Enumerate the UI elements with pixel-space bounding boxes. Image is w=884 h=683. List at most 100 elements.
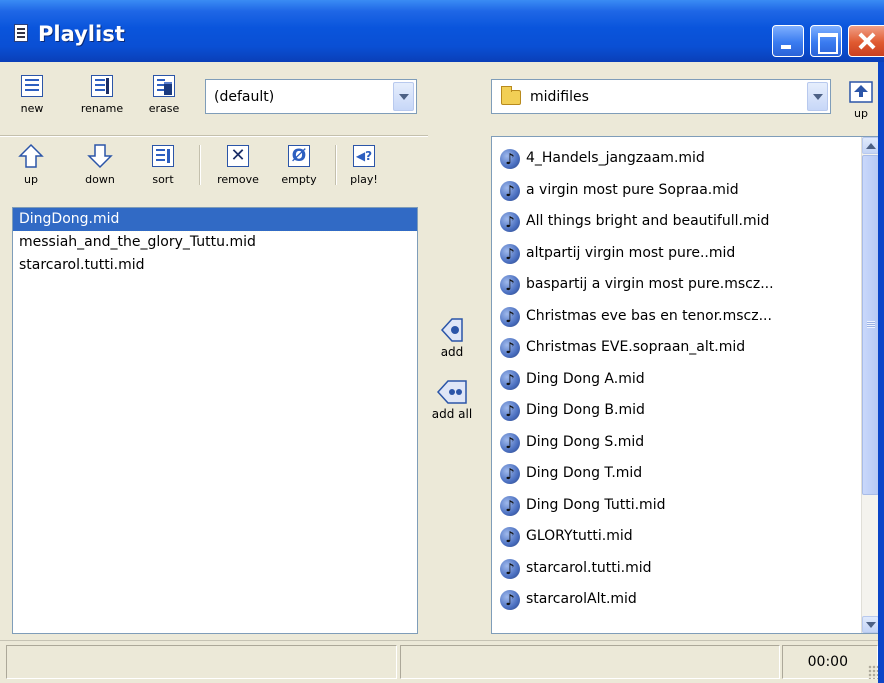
file-name: altpartij virgin most pure..mid bbox=[526, 244, 736, 261]
play-label: play! bbox=[350, 173, 378, 186]
add-all-button[interactable]: add all bbox=[427, 378, 477, 421]
file-name: starcarol.tutti.mid bbox=[526, 559, 652, 576]
music-note-icon: ♪ bbox=[500, 275, 520, 295]
file-name: Ding Dong Tutti.mid bbox=[526, 496, 666, 513]
file-name: 4_Handels_jangzaam.mid bbox=[526, 150, 705, 166]
erase-playlist-label: erase bbox=[148, 102, 180, 115]
rename-playlist-label: rename bbox=[80, 102, 124, 115]
playlist-item[interactable]: DingDong.mid bbox=[13, 208, 417, 232]
file-name: Christmas EVE.sopraan_alt.mid bbox=[526, 339, 746, 355]
add-all-label: add all bbox=[431, 407, 473, 421]
file-list-scrollbar[interactable] bbox=[861, 137, 879, 633]
rename-playlist-button[interactable]: rename bbox=[74, 75, 130, 115]
music-note-icon: ♪ bbox=[500, 212, 520, 232]
title-bar[interactable]: Playlist bbox=[0, 0, 884, 62]
file-list-item[interactable]: ♪ Ding Dong Tutti.mid bbox=[492, 490, 879, 522]
folder-select-value: midifiles bbox=[530, 89, 589, 105]
file-list-item[interactable]: ♪ All things bright and beautifull.mid bbox=[492, 206, 879, 238]
music-note-icon: ♪ bbox=[500, 306, 520, 327]
empty-button[interactable]: Ø empty bbox=[272, 145, 326, 186]
close-button[interactable] bbox=[848, 25, 884, 57]
playlist-item[interactable]: messiah_and_the_glory_Tuttu.mid bbox=[13, 231, 417, 254]
arrow-down-icon bbox=[87, 144, 113, 169]
file-list-item[interactable]: ♪ starcarolAlt.mid bbox=[492, 584, 879, 616]
file-name: baspartij a virgin most pure.mscz... bbox=[526, 276, 774, 292]
move-down-button[interactable]: down bbox=[80, 143, 120, 186]
file-list-item[interactable]: ♪ baspartij a virgin most pure.mscz... bbox=[492, 269, 879, 301]
file-name: a virgin most pure Sopraa.mid bbox=[526, 181, 739, 198]
music-note-icon: ♪ bbox=[500, 369, 520, 390]
playback-time: 00:00 bbox=[807, 654, 848, 670]
move-up-button[interactable]: up bbox=[14, 143, 48, 186]
file-list-item[interactable]: ♪ altpartij virgin most pure..mid bbox=[492, 238, 879, 270]
file-list-item[interactable]: ♪ Ding Dong A.mid bbox=[492, 364, 879, 396]
file-name: All things bright and beautifull.mid bbox=[526, 213, 770, 229]
file-list-item[interactable]: ♪ GLORYtutti.mid bbox=[492, 521, 879, 553]
minimize-button[interactable] bbox=[772, 25, 804, 57]
folder-up-icon bbox=[849, 81, 873, 103]
remove-button[interactable]: ✕ remove bbox=[210, 145, 266, 186]
file-name: Ding Dong A.mid bbox=[526, 370, 645, 387]
add-label: add bbox=[440, 345, 464, 359]
folder-icon bbox=[501, 86, 521, 105]
playlist-select[interactable]: (default) bbox=[205, 79, 417, 114]
window-title: Playlist bbox=[38, 22, 125, 46]
folder-up-button[interactable]: up bbox=[846, 79, 876, 120]
empty-label: empty bbox=[281, 173, 317, 186]
actions-divider-2 bbox=[335, 145, 337, 185]
scroll-down-icon[interactable] bbox=[862, 616, 879, 633]
new-playlist-button[interactable]: new bbox=[12, 75, 52, 115]
scroll-thumb[interactable] bbox=[862, 155, 879, 495]
file-list-item[interactable]: ♪ Ding Dong S.mid bbox=[492, 427, 879, 459]
music-note-icon: ♪ bbox=[500, 558, 520, 579]
add-all-files-icon bbox=[436, 380, 467, 404]
file-list-item[interactable]: ♪ 4_Handels_jangzaam.mid bbox=[492, 143, 879, 175]
file-name: Ding Dong B.mid bbox=[526, 402, 645, 418]
music-note-icon: ♪ bbox=[500, 149, 520, 169]
file-list-item[interactable]: ♪ Ding Dong T.mid bbox=[492, 458, 879, 490]
actions-divider bbox=[199, 145, 201, 185]
close-x-icon: ✕ bbox=[227, 145, 249, 167]
file-list-item[interactable]: ♪ Christmas eve bas en tenor.mscz... bbox=[492, 301, 879, 333]
playlist-select-value: (default) bbox=[214, 89, 275, 105]
music-note-icon: ♪ bbox=[500, 180, 520, 201]
scroll-up-icon[interactable] bbox=[862, 137, 879, 154]
file-list-item[interactable]: ♪ starcarol.tutti.mid bbox=[492, 553, 879, 585]
maximize-button[interactable] bbox=[810, 25, 842, 57]
music-note-icon: ♪ bbox=[500, 464, 520, 484]
arrow-up-icon bbox=[18, 143, 44, 168]
new-playlist-label: new bbox=[20, 102, 44, 115]
music-note-icon: ♪ bbox=[500, 401, 520, 421]
play-button[interactable]: ◀? play! bbox=[347, 145, 381, 186]
move-up-label: up bbox=[24, 173, 38, 186]
music-note-icon: ♪ bbox=[500, 432, 520, 453]
remove-label: remove bbox=[217, 173, 259, 186]
music-note-icon: ♪ bbox=[500, 495, 520, 516]
add-button[interactable]: add bbox=[436, 316, 468, 359]
file-name: Christmas eve bas en tenor.mscz... bbox=[526, 307, 772, 324]
file-list-item[interactable]: ♪ Christmas EVE.sopraan_alt.mid bbox=[492, 332, 879, 364]
speaker-play-icon: ◀? bbox=[353, 145, 375, 167]
chevron-down-icon[interactable] bbox=[393, 82, 414, 111]
app-icon bbox=[14, 24, 28, 42]
folder-select[interactable]: midifiles bbox=[491, 79, 831, 114]
playlist-listbox[interactable]: DingDong.mid messiah_and_the_glory_Tuttu.… bbox=[12, 207, 418, 634]
file-listbox[interactable]: ♪ 4_Handels_jangzaam.mid ♪ a virgin most pu… bbox=[491, 136, 880, 634]
chevron-down-icon[interactable] bbox=[807, 82, 828, 111]
file-name: GLORYtutti.mid bbox=[526, 528, 633, 544]
file-name: Ding Dong T.mid bbox=[526, 465, 643, 481]
status-bar: 00:00 bbox=[0, 640, 884, 683]
sort-button[interactable]: sort bbox=[146, 145, 180, 186]
sort-label: sort bbox=[152, 173, 174, 186]
window-frame-right bbox=[878, 62, 884, 683]
erase-trash-icon bbox=[153, 75, 175, 97]
erase-playlist-button[interactable]: erase bbox=[144, 75, 184, 115]
playlist-item[interactable]: starcarol.tutti.mid bbox=[13, 254, 417, 277]
file-list-item[interactable]: ♪ a virgin most pure Sopraa.mid bbox=[492, 175, 879, 207]
folder-up-label: up bbox=[854, 107, 868, 120]
file-items: ♪ 4_Handels_jangzaam.mid ♪ a virgin most pu… bbox=[492, 137, 879, 616]
move-down-label: down bbox=[85, 173, 115, 186]
file-list-item[interactable]: ♪ Ding Dong B.mid bbox=[492, 395, 879, 427]
file-name: Ding Dong S.mid bbox=[526, 433, 645, 450]
status-panel-left bbox=[6, 645, 397, 679]
